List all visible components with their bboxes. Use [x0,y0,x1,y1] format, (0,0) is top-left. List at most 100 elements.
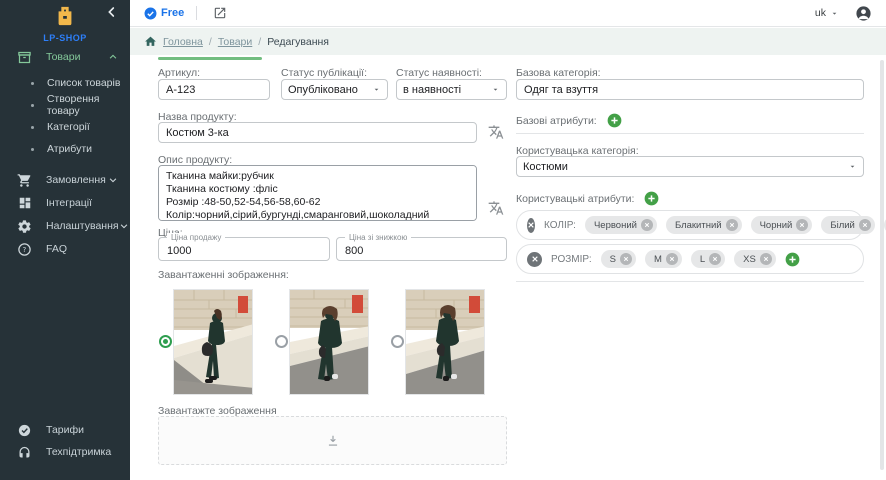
attribute-chip: Червоний [585,216,657,234]
main-image-radio-3[interactable] [391,335,404,348]
remove-attribute-row-button[interactable] [527,218,535,233]
discount-price-label: Ціна зі знижкою [345,233,411,242]
user-attributes-row: Користувацькі атрибути: [516,191,659,206]
sidebar-item-label: Список товарів [47,77,120,89]
help-icon: ? [17,242,32,257]
chip-remove-button[interactable] [641,219,653,231]
logo[interactable]: LP-SHOP [0,5,130,43]
account-icon [855,5,872,22]
product-photo-2[interactable] [289,289,369,395]
breadcrumb-link-home[interactable]: Головна [163,36,203,48]
product-name-input[interactable] [158,122,477,143]
base-attributes-row: Базові атрибути: [516,113,622,128]
add-user-attribute-button[interactable] [644,191,659,206]
sidebar-item-attributes[interactable]: Атрибути [0,139,130,159]
plan-badge[interactable]: Free [144,7,184,20]
product-photo-1[interactable] [173,289,253,395]
language-select[interactable]: uk [815,7,839,19]
sidebar-item-settings[interactable]: Налаштування [0,215,130,237]
sidebar-item-label: Створення товару [47,93,130,117]
publish-status-select[interactable]: Опубліковано [281,79,388,100]
sidebar-item-categories[interactable]: Категорії [0,117,130,137]
stock-status-select[interactable]: в наявності [396,79,507,100]
translate-name-button[interactable] [485,121,507,143]
description-textarea[interactable]: Тканина майки:рубчик Тканина костюму :фл… [158,165,477,221]
discount-price-field: Ціна зі знижкою [336,237,507,261]
sku-input[interactable] [158,79,270,100]
user-category-select[interactable]: Костюми [516,156,864,177]
chip-label: L [700,254,705,265]
gear-icon [17,219,32,234]
bullet-icon [31,82,34,85]
attribute-name: КОЛІР: [544,220,576,231]
chip-label: Чорний [760,220,793,231]
scrollbar[interactable] [880,60,884,470]
upload-dropzone[interactable] [158,416,507,465]
shopping-bag-icon [54,5,76,32]
main-image-radio-2[interactable] [275,335,288,348]
chip-remove-button[interactable] [620,253,632,265]
sidebar-item-label: Налаштування [46,220,119,232]
external-link-icon [213,6,227,20]
chip-remove-button[interactable] [796,219,808,231]
publish-status-value: Опубліковано [288,84,358,96]
chip-label: Блакитний [675,220,722,231]
stock-status-label: Статус наявності: [396,67,482,79]
active-tab-indicator [158,57,262,60]
sidebar-item-label: Замовлення [46,174,106,186]
base-attributes-label: Базові атрибути: [516,115,597,127]
stock-status-value: в наявності [403,84,461,96]
sidebar-item-label: Атрибути [47,143,92,155]
add-value-button[interactable] [785,252,800,267]
chevron-down-icon [108,175,118,185]
translate-icon [488,124,504,140]
sidebar-item-products[interactable]: Товари [0,46,130,68]
chip-remove-button[interactable] [760,253,772,265]
sidebar-item-product-list[interactable]: Список товарів [0,73,130,93]
open-storefront-button[interactable] [209,2,231,24]
grid-icon [17,196,32,211]
attribute-chip: Блакитний [666,216,742,234]
translate-description-button[interactable] [485,197,507,219]
section-divider [516,281,864,282]
sidebar-item-label: Інтеграції [46,197,92,209]
chip-remove-button[interactable] [859,219,871,231]
base-category-input[interactable] [516,79,864,100]
add-base-attribute-button[interactable] [607,113,622,128]
sale-price-label: Ціна продажу [167,233,225,242]
chip-remove-button[interactable] [666,253,678,265]
chip-remove-button[interactable] [726,219,738,231]
sidebar-item-create-product[interactable]: Створення товару [0,95,130,115]
sidebar-item-tariffs[interactable]: Тарифи [0,419,130,441]
section-divider [516,133,864,134]
caret-down-icon [372,85,381,94]
sidebar: LP-SHOP Товари Список товарів Створення … [0,0,130,480]
attribute-chip: Чорний [751,216,813,234]
sidebar-item-faq[interactable]: ? FAQ [0,238,130,260]
topbar: Free uk [130,0,886,27]
edit-product-form: Артикул: Статус публікації: Опубліковано… [130,55,886,480]
cart-icon [17,173,32,188]
main-image-radio-1[interactable] [159,335,172,348]
language-value: uk [815,7,826,19]
breadcrumb-separator: / [209,36,212,48]
bullet-icon [31,148,34,151]
sidebar-item-integrations[interactable]: Інтеграції [0,192,130,214]
product-photo-3[interactable] [405,289,485,395]
chip-label: M [654,254,662,265]
sidebar-item-orders[interactable]: Замовлення [0,169,130,191]
account-button[interactable] [855,5,872,22]
sidebar-item-support[interactable]: Техпідтримка [0,441,130,463]
app-window: LP-SHOP Товари Список товарів Створення … [0,0,886,480]
bullet-icon [31,126,34,129]
sidebar-item-label: Техпідтримка [46,446,111,458]
chip-label: S [610,254,616,265]
attribute-name: РОЗМІР: [551,254,592,265]
user-attributes-label: Користувацькі атрибути: [516,193,634,205]
attribute-chip: Білий [821,216,875,234]
home-icon[interactable] [144,35,157,48]
breadcrumb-link-products[interactable]: Товари [218,36,252,48]
remove-attribute-row-button[interactable] [527,252,542,267]
chip-remove-button[interactable] [709,253,721,265]
caret-down-icon [848,162,857,171]
